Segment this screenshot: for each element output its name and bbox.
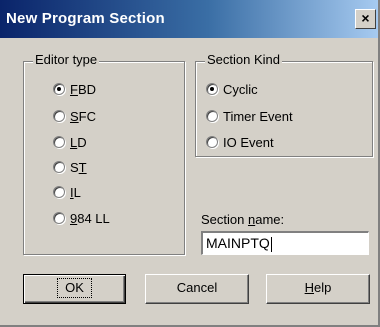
ok-label: OK [57,278,92,298]
radio-label: LD [70,134,87,150]
ok-button[interactable]: OK [23,274,126,304]
radio-editor-il[interactable]: IL [53,184,81,200]
cancel-button[interactable]: Cancel [145,274,249,304]
radio-label: SFC [70,108,97,124]
radio-unselected-icon [53,212,65,224]
new-program-section-dialog: New Program Section × Editor type FBD SF… [0,0,380,327]
radio-editor-fbd[interactable]: FBD [53,81,96,97]
radio-selected-icon [53,83,65,95]
editor-type-label: Editor type [33,52,100,67]
cancel-label: Cancel [176,280,218,295]
radio-label: IO Event [223,134,274,150]
radio-editor-sfc[interactable]: SFC [53,108,96,124]
radio-label: Timer Event [223,108,293,124]
radio-label: FBD [70,81,97,97]
help-button[interactable]: Help [266,274,370,304]
radio-unselected-icon [53,110,65,122]
section-kind-label: Section Kind [205,52,282,67]
radio-label: Cyclic [223,81,258,97]
close-button[interactable]: × [355,9,376,29]
radio-editor-st[interactable]: ST [53,159,87,175]
radio-kind-timer-event[interactable]: Timer Event [206,108,293,124]
radio-unselected-icon [206,136,218,148]
radio-label: 984 LL [70,210,110,226]
radio-label: ST [70,159,87,175]
radio-kind-cyclic[interactable]: Cyclic [206,81,258,97]
dialog-title: New Program Section [6,10,165,27]
radio-selected-icon [206,83,218,95]
section-name-input[interactable]: MAINPTQ [201,231,369,255]
radio-label: IL [70,184,81,200]
text-caret [270,236,272,252]
radio-unselected-icon [53,136,65,148]
radio-editor-984ll[interactable]: 984 LL [53,210,110,226]
section-name-label: Section name: [201,212,285,227]
radio-kind-io-event[interactable]: IO Event [206,134,274,150]
radio-unselected-icon [206,110,218,122]
help-label: Help [304,280,332,295]
radio-unselected-icon [53,161,65,173]
title-bar[interactable]: New Program Section × [0,0,378,38]
radio-editor-ld[interactable]: LD [53,134,87,150]
close-icon: × [361,10,370,26]
radio-unselected-icon [53,186,65,198]
section-name-value: MAINPTQ [206,235,270,251]
